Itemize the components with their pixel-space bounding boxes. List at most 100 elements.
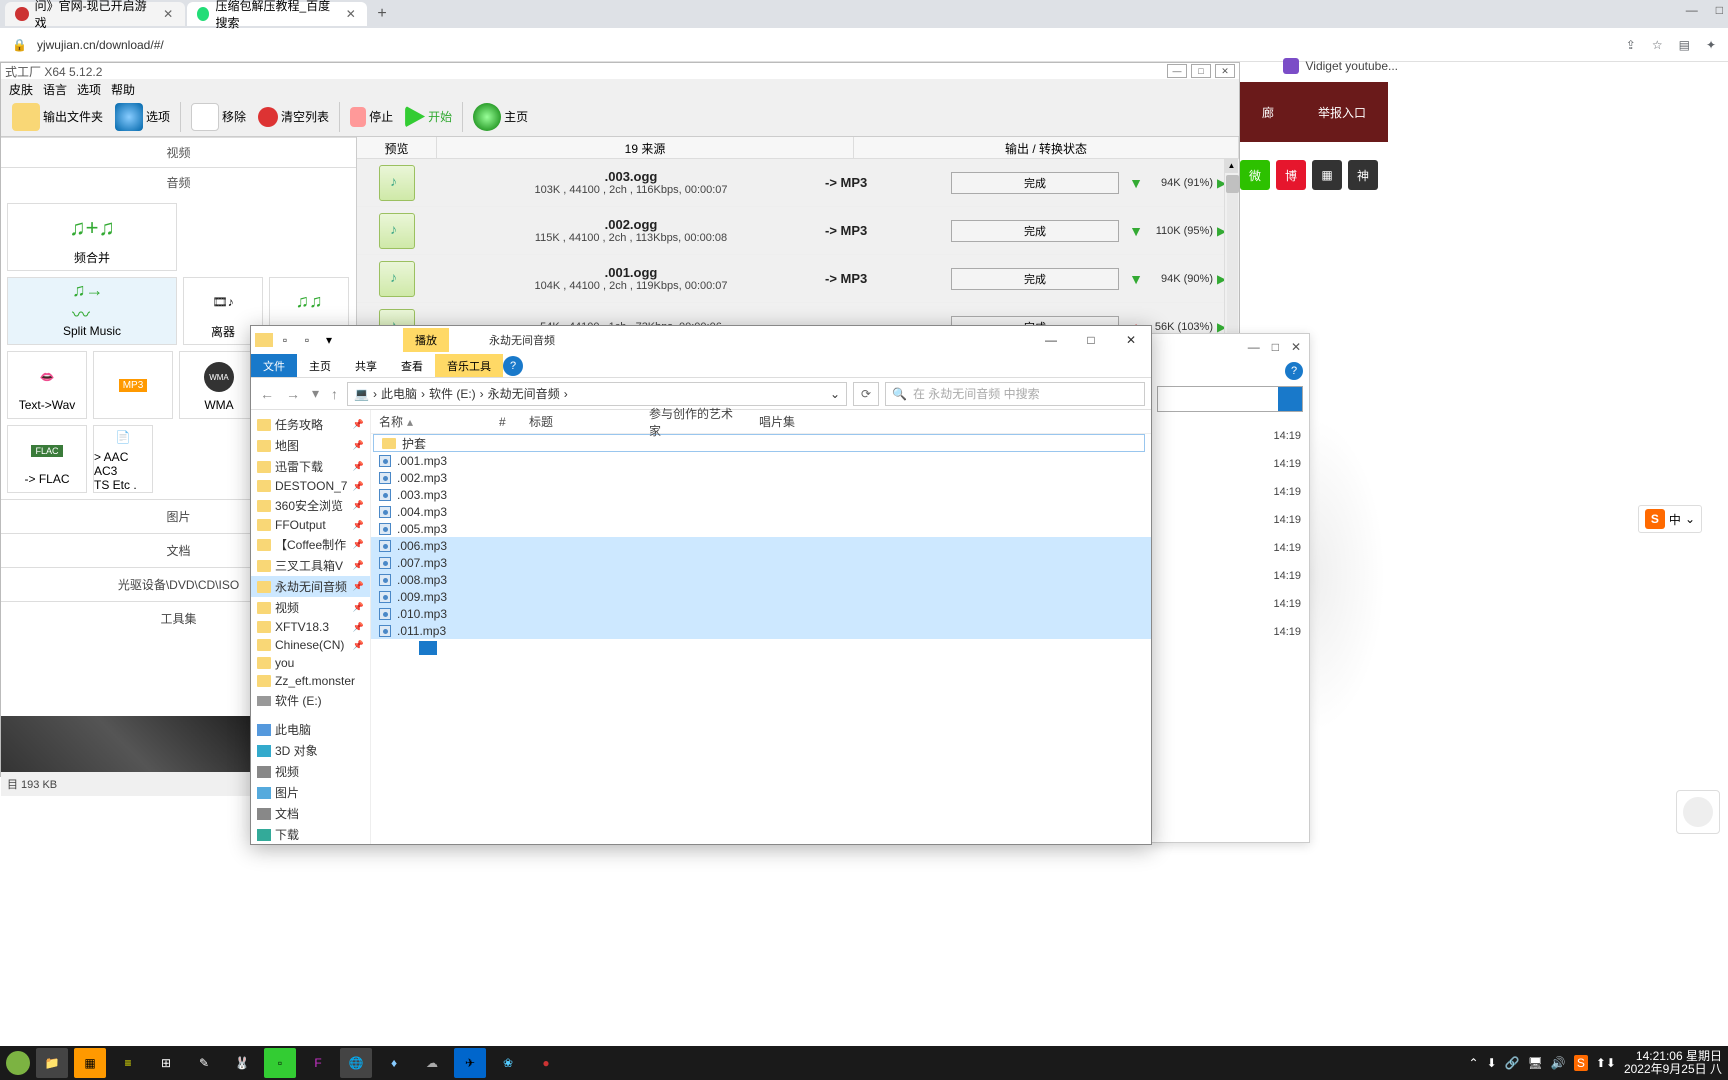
- app-icon[interactable]: ☁: [416, 1048, 448, 1078]
- tree-item[interactable]: 3D 对象: [251, 740, 370, 761]
- ff-titlebar[interactable]: 式工厂 X64 5.12.2 — □ ✕: [1, 63, 1239, 79]
- reading-list-icon[interactable]: ▤: [1679, 38, 1690, 52]
- url-text[interactable]: yjwujian.cn/download/#/: [37, 38, 1616, 52]
- close-button[interactable]: ✕: [1291, 340, 1301, 354]
- stop-button[interactable]: 停止: [345, 104, 398, 130]
- search-button[interactable]: [1278, 387, 1302, 411]
- file-item[interactable]: .006.mp3: [371, 537, 1151, 554]
- file-item[interactable]: .007.mp3: [371, 554, 1151, 571]
- explorer-titlebar[interactable]: ▫ ▫ ▾ 播放 永劫无间音频 — □ ✕: [251, 326, 1151, 354]
- explorer-taskbar[interactable]: 📁: [36, 1048, 68, 1078]
- flac-tile[interactable]: FLAC-> FLAC: [7, 425, 87, 493]
- tab-view[interactable]: 查看: [389, 354, 435, 377]
- tab-share[interactable]: 共享: [343, 354, 389, 377]
- tray-up-icon[interactable]: ⌃: [1469, 1056, 1479, 1070]
- up-button[interactable]: ↑: [328, 386, 341, 402]
- report-link[interactable]: 举报入口: [1318, 104, 1366, 121]
- tree-item[interactable]: 三叉工具箱V📌: [251, 555, 370, 576]
- help-icon[interactable]: ?: [1285, 362, 1303, 380]
- tree-item[interactable]: DESTOON_7📌: [251, 477, 370, 495]
- split-music-tile[interactable]: ♫→〰Split Music: [7, 277, 177, 345]
- remove-button[interactable]: 移除: [186, 100, 251, 134]
- bookmark-icon[interactable]: ☆: [1652, 38, 1663, 52]
- minimize-button[interactable]: —: [1167, 64, 1187, 78]
- minimize-button[interactable]: —: [1031, 326, 1071, 354]
- tree-item[interactable]: 任务攻略📌: [251, 414, 370, 435]
- ime-tray[interactable]: S: [1574, 1055, 1588, 1071]
- tray-icon[interactable]: 🔊: [1551, 1056, 1566, 1070]
- tree-item[interactable]: FFOutput📌: [251, 516, 370, 534]
- col-artist[interactable]: 参与创作的艺术家: [641, 405, 751, 439]
- tray-icon[interactable]: 🖥: [1528, 1056, 1543, 1070]
- col-preview[interactable]: 预览: [357, 137, 437, 158]
- extensions-icon[interactable]: ✦: [1706, 38, 1716, 52]
- maximize-button[interactable]: □: [1071, 326, 1111, 354]
- options-button[interactable]: 选项: [110, 100, 175, 134]
- menu-help[interactable]: 帮助: [111, 81, 135, 95]
- navigation-pane[interactable]: 任务攻略📌地图📌迅雷下载📌DESTOON_7📌360安全浏览📌FFOutput📌…: [251, 410, 371, 844]
- qat-dropdown[interactable]: ▾: [319, 330, 339, 350]
- share-icon[interactable]: ⇪: [1626, 38, 1636, 52]
- corridor-link[interactable]: 廊: [1262, 104, 1274, 121]
- audio-section[interactable]: 音频: [1, 167, 356, 197]
- tab-file[interactable]: 文件: [251, 354, 297, 377]
- app-icon[interactable]: ✎: [188, 1048, 220, 1078]
- tree-item[interactable]: 下载: [251, 824, 370, 844]
- file-list[interactable]: 名称 ▴ # 标题 参与创作的艺术家 唱片集 护套.001.mp3.002.mp…: [371, 410, 1151, 844]
- folder-icon[interactable]: [255, 333, 273, 347]
- maximize-button[interactable]: □: [1272, 340, 1279, 354]
- file-item[interactable]: .002.mp3: [371, 469, 1151, 486]
- app-icon[interactable]: ▦: [74, 1048, 106, 1078]
- mp3-tile[interactable]: MP3: [93, 351, 173, 419]
- col-name[interactable]: 名称 ▴: [371, 413, 491, 430]
- text-to-wav-tile[interactable]: 👄Text->Wav: [7, 351, 87, 419]
- app-icon[interactable]: F: [302, 1048, 334, 1078]
- maximize-button[interactable]: □: [1191, 64, 1211, 78]
- app-icon[interactable]: ●: [530, 1048, 562, 1078]
- clear-list-button[interactable]: 清空列表: [253, 104, 334, 130]
- back-button[interactable]: ←: [257, 386, 277, 402]
- app-icon[interactable]: ♦: [378, 1048, 410, 1078]
- aac-tile[interactable]: 📄> AAC AC3 TS Etc .: [93, 425, 153, 493]
- new-tab-button[interactable]: +: [369, 1, 395, 27]
- file-item[interactable]: .001.mp3: [371, 452, 1151, 469]
- douyin-icon[interactable]: 神: [1348, 160, 1378, 190]
- app-icon[interactable]: ▫: [264, 1048, 296, 1078]
- col-source[interactable]: 19 来源: [437, 137, 854, 158]
- search-box[interactable]: [1157, 386, 1303, 412]
- audio-merge-tile[interactable]: ♫+♫频合并: [7, 203, 177, 271]
- app-icon[interactable]: 🐰: [226, 1048, 258, 1078]
- tree-item[interactable]: 此电脑: [251, 719, 370, 740]
- system-tray[interactable]: ⌃ ⬇ 🔗 🖥 🔊 S ⬆⬇ 14:21:06 星期日 2022年9月25日 八: [1469, 1050, 1722, 1076]
- tree-item[interactable]: 永劫无间音频📌: [251, 576, 370, 597]
- table-row[interactable]: .002.ogg115K , 44100 , 2ch , 113Kbps, 00…: [357, 207, 1239, 255]
- minimize-button[interactable]: —: [1248, 340, 1260, 354]
- refresh-button[interactable]: ⟳: [853, 382, 879, 406]
- home-button[interactable]: 主页: [468, 100, 533, 134]
- file-item[interactable]: .009.mp3: [371, 588, 1151, 605]
- wechat-icon[interactable]: 微: [1240, 160, 1270, 190]
- file-item[interactable]: .005.mp3: [371, 520, 1151, 537]
- table-row[interactable]: .003.ogg103K , 44100 , 2ch , 116Kbps, 00…: [357, 159, 1239, 207]
- qat-icon[interactable]: ▫: [275, 330, 295, 350]
- tab-home[interactable]: 主页: [297, 354, 343, 377]
- vidiget-extension[interactable]: Vidiget youtube...: [1283, 58, 1398, 74]
- menu-skin[interactable]: 皮肤: [9, 81, 33, 95]
- tree-item[interactable]: 视频📌: [251, 597, 370, 618]
- chevron-down-icon[interactable]: ⌄: [830, 387, 840, 401]
- help-icon[interactable]: ?: [503, 356, 523, 376]
- start-button[interactable]: 开始: [400, 103, 457, 131]
- qat-icon[interactable]: ▫: [297, 330, 317, 350]
- menu-language[interactable]: 语言: [43, 81, 67, 95]
- app-icon[interactable]: ≡: [112, 1048, 144, 1078]
- close-icon[interactable]: ✕: [161, 7, 175, 21]
- output-folder-button[interactable]: 输出文件夹: [7, 100, 108, 134]
- col-output[interactable]: 输出 / 转换状态: [854, 137, 1239, 158]
- col-number[interactable]: #: [491, 415, 521, 429]
- browser-tab-1[interactable]: 问》官网-现已开启游戏 ✕: [5, 2, 185, 26]
- browser-tab-2[interactable]: 压缩包解压教程_百度搜索 ✕: [187, 2, 367, 26]
- play-tab[interactable]: 播放: [403, 328, 449, 352]
- search-input[interactable]: 🔍 在 永劫无间音频 中搜索: [885, 382, 1145, 406]
- bilibili-icon[interactable]: ▦: [1312, 160, 1342, 190]
- file-item[interactable]: .003.mp3: [371, 486, 1151, 503]
